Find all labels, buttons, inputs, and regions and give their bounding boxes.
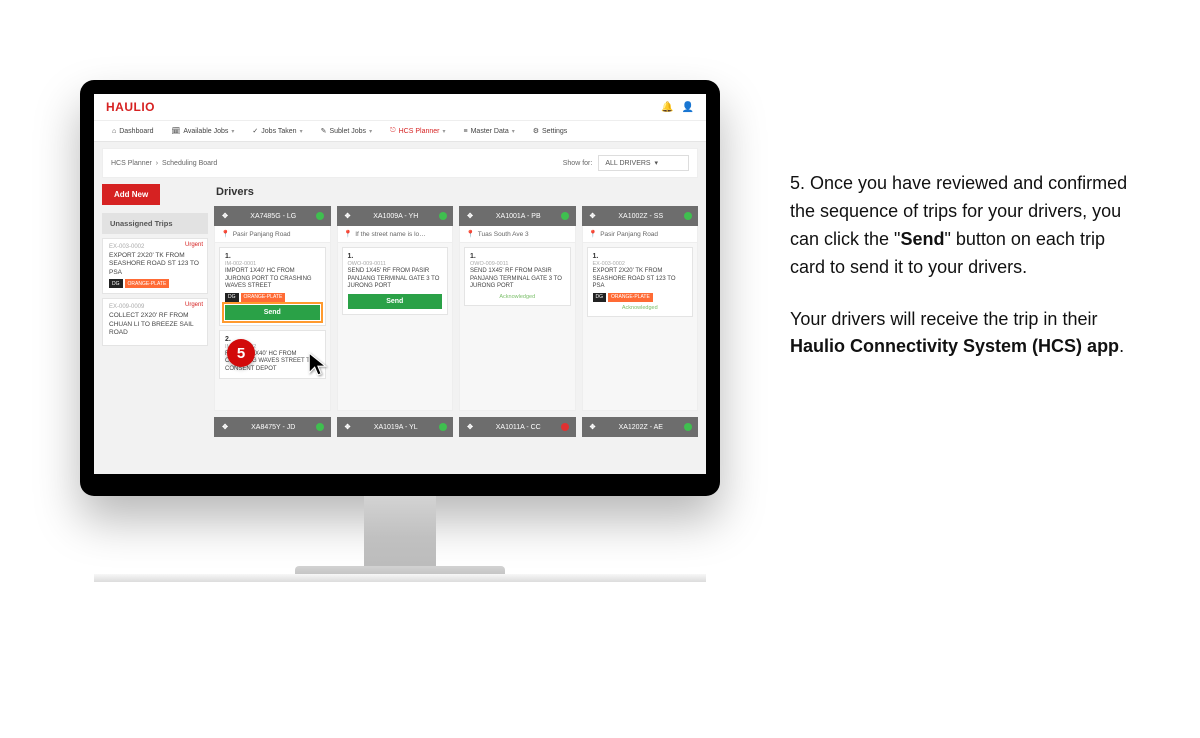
- nav-jobs-taken[interactable]: ✓Jobs Taken▾: [244, 121, 310, 141]
- driver-location: 📍If the street name is lo…: [337, 226, 454, 243]
- driver-location: 📍Pasir Panjang Road: [214, 226, 331, 243]
- unassigned-card[interactable]: Urgent EX-003-0002 EXPORT 2X20' TK FROM …: [102, 238, 208, 294]
- trip-card[interactable]: 1.EX-003-0002EXPORT 2X20' TK FROM SEASHO…: [587, 247, 694, 317]
- topbar: HAULIO 🔔 👤: [94, 94, 706, 121]
- status-dot: [561, 423, 569, 431]
- add-new-button[interactable]: Add New: [102, 184, 160, 205]
- expand-icon[interactable]: ✥: [220, 422, 230, 432]
- expand-icon[interactable]: ✥: [220, 211, 230, 221]
- nav-hcs-planner[interactable]: ⎋HCS Planner▾: [382, 121, 453, 141]
- nav-master-data[interactable]: ≡Master Data▾: [456, 121, 523, 141]
- send-button[interactable]: Send: [225, 305, 320, 320]
- expand-icon[interactable]: ✥: [343, 422, 353, 432]
- status-dot: [316, 423, 324, 431]
- expand-icon[interactable]: ✥: [465, 422, 475, 432]
- nav-dashboard[interactable]: ⌂Dashboard: [104, 121, 161, 141]
- expand-icon[interactable]: ✥: [588, 211, 598, 221]
- driver-header[interactable]: ✥ XA7485G - LG: [214, 206, 331, 226]
- instruction-panel: 5. Once you have reviewed and confirmed …: [770, 0, 1200, 738]
- ack-label: Acknowledged: [593, 305, 688, 311]
- driver-header[interactable]: ✥ XA1002Z - SS: [582, 206, 699, 226]
- driver-header[interactable]: ✥ XA1001A - PB: [459, 206, 576, 226]
- instruction-step-5: 5. Once you have reviewed and confirmed …: [790, 170, 1140, 282]
- status-dot: [561, 212, 569, 220]
- driver-header[interactable]: ✥ XA1009A - YH: [337, 206, 454, 226]
- unassigned-card[interactable]: Urgent EX-009-0009 COLLECT 2X20' RF FROM…: [102, 298, 208, 345]
- nav-settings[interactable]: ⚙Settings: [525, 121, 576, 141]
- pin-icon: 📍: [344, 230, 353, 238]
- driver-header[interactable]: ✥XA1202Z - AE: [582, 417, 699, 437]
- driver-header[interactable]: ✥XA1019A - YL: [337, 417, 454, 437]
- status-dot: [684, 423, 692, 431]
- pin-icon: 📍: [589, 230, 598, 238]
- nav-available-jobs[interactable]: 🗓Available Jobs▾: [163, 121, 242, 141]
- expand-icon[interactable]: ✥: [588, 422, 598, 432]
- pin-icon: 📍: [466, 230, 475, 238]
- driver-header[interactable]: ✥XA8475Y - JD: [214, 417, 331, 437]
- ack-label: Acknowledged: [470, 294, 565, 300]
- trip-card[interactable]: 1.IM-002-0001IMPORT 1X40' HC FROM JURONG…: [219, 247, 326, 326]
- app-screen: HAULIO 🔔 👤 ⌂Dashboard 🗓Available Jobs▾ ✓…: [94, 94, 706, 474]
- status-dot: [439, 423, 447, 431]
- showfor-select[interactable]: ALL DRIVERS ▾: [598, 155, 689, 171]
- drivers-title: Drivers: [216, 186, 698, 198]
- driver-header[interactable]: ✥XA1011A - CC: [459, 417, 576, 437]
- unassigned-header: Unassigned Trips: [102, 213, 208, 234]
- showfor-label: Show for:: [563, 160, 593, 167]
- main-nav: ⌂Dashboard 🗓Available Jobs▾ ✓Jobs Taken▾…: [94, 121, 706, 142]
- brand-logo: HAULIO: [106, 100, 155, 114]
- cursor-icon: [306, 351, 332, 377]
- expand-icon[interactable]: ✥: [343, 211, 353, 221]
- status-dot: [439, 212, 447, 220]
- instruction-followup: Your drivers will receive the trip in th…: [790, 306, 1140, 362]
- illustration-panel: HAULIO 🔔 👤 ⌂Dashboard 🗓Available Jobs▾ ✓…: [0, 0, 770, 738]
- driver-location: 📍Tuas South Ave 3: [459, 226, 576, 243]
- breadcrumb: HCS Planner › Scheduling Board: [111, 160, 217, 167]
- nav-sublet-jobs[interactable]: ✎Sublet Jobs▾: [313, 121, 380, 141]
- trip-card[interactable]: 1.OWO-009-0011SEND 1X45' RF FROM PASIR P…: [342, 247, 449, 315]
- step-5-marker: 5: [227, 339, 255, 367]
- trip-card[interactable]: 1.OWO-009-0011SEND 1X45' RF FROM PASIR P…: [464, 247, 571, 306]
- bell-icon[interactable]: 🔔: [661, 102, 673, 113]
- status-dot: [684, 212, 692, 220]
- breadcrumb-bar: HCS Planner › Scheduling Board Show for:…: [102, 148, 698, 178]
- user-icon[interactable]: 👤: [682, 102, 694, 113]
- pin-icon: 📍: [221, 230, 230, 238]
- driver-location: 📍Pasir Panjang Road: [582, 226, 699, 243]
- status-dot: [316, 212, 324, 220]
- expand-icon[interactable]: ✥: [465, 211, 475, 221]
- monitor-mockup: HAULIO 🔔 👤 ⌂Dashboard 🗓Available Jobs▾ ✓…: [80, 80, 720, 582]
- send-button[interactable]: Send: [348, 294, 443, 309]
